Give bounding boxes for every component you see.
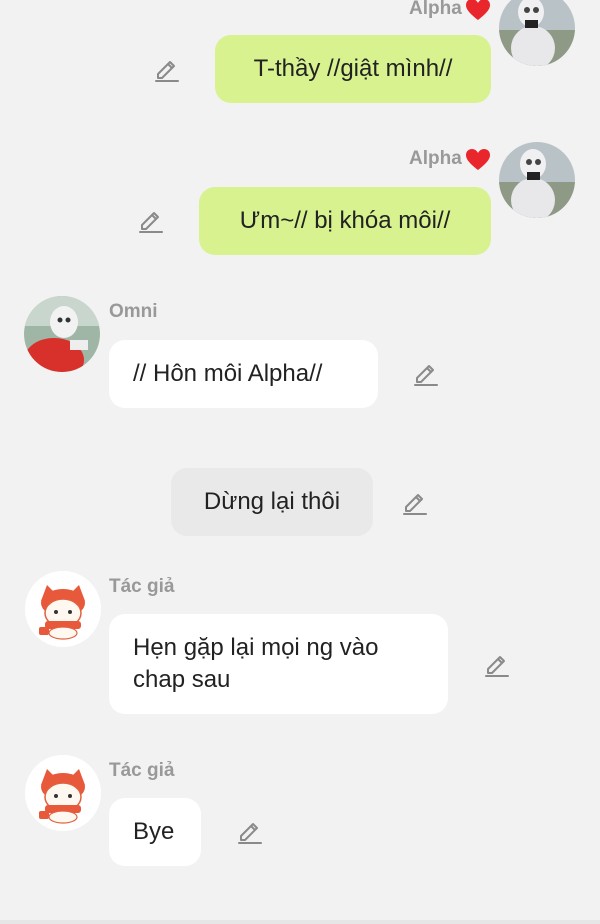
- message-bubble[interactable]: Dừng lại thôi: [171, 468, 373, 536]
- avatar[interactable]: [499, 0, 575, 66]
- message-text: Bye: [133, 818, 175, 845]
- message-bubble[interactable]: T-thầy //giật mình//: [215, 35, 491, 103]
- heart-icon: [465, 0, 491, 22]
- message-text: Hẹn gặp lại mọi ng vào chap sau: [133, 634, 379, 693]
- message-bubble[interactable]: // Hôn môi Alpha//: [109, 340, 378, 408]
- heart-icon: [465, 148, 491, 172]
- avatar[interactable]: [25, 571, 101, 647]
- message-bubble[interactable]: Bye: [109, 798, 201, 866]
- message-bubble[interactable]: Ưm~// bị khóa môi//: [199, 187, 491, 255]
- sender-name: Omni: [109, 301, 158, 322]
- message-author-2: Tác giả Bye: [0, 750, 600, 880]
- edit-icon[interactable]: [137, 207, 165, 235]
- message-text: T-thầy //giật mình//: [253, 55, 453, 82]
- message-alpha-1: Alpha T-thầy //giật mình//: [0, 0, 600, 110]
- avatar[interactable]: [499, 142, 575, 218]
- edit-icon[interactable]: [483, 651, 511, 679]
- edit-icon[interactable]: [236, 818, 264, 846]
- edit-icon[interactable]: [153, 56, 181, 84]
- message-author-1: Tác giả Hẹn gặp lại mọi ng vào chap sau: [0, 565, 600, 725]
- message-bubble[interactable]: Hẹn gặp lại mọi ng vào chap sau: [109, 614, 448, 714]
- avatar[interactable]: [25, 755, 101, 831]
- message-text: // Hôn môi Alpha//: [133, 360, 323, 387]
- sender-name: Tác giả: [109, 760, 175, 781]
- sender-name: Alpha: [409, 0, 462, 19]
- avatar[interactable]: [24, 296, 100, 372]
- edit-icon[interactable]: [412, 360, 440, 388]
- sender-name: Tác giả: [109, 576, 175, 597]
- edit-icon[interactable]: [401, 489, 429, 517]
- message-alpha-2: Alpha Ưm~// bị khóa môi//: [0, 140, 600, 260]
- message-omni: Omni // Hôn môi Alpha//: [0, 290, 600, 420]
- sender-name: Alpha: [409, 148, 462, 169]
- message-text: Ưm~// bị khóa môi//: [239, 207, 451, 234]
- bottom-divider: [0, 920, 600, 924]
- narration-message: Dừng lại thôi: [0, 460, 600, 550]
- message-text: Dừng lại thôi: [203, 488, 341, 515]
